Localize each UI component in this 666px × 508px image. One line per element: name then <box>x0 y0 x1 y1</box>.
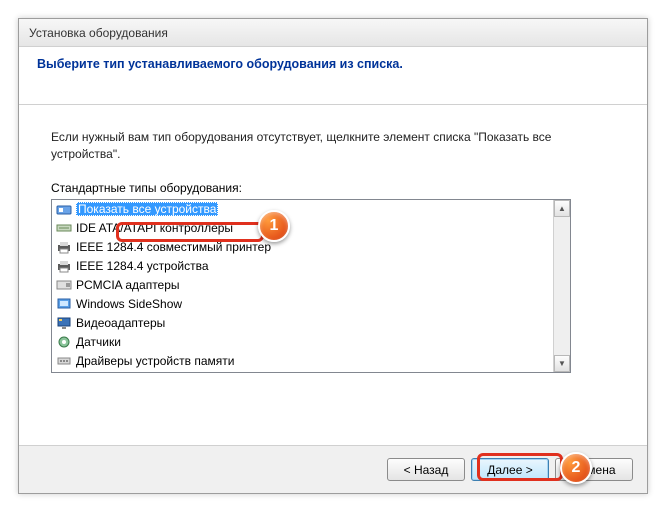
list-item-pcmcia[interactable]: PCMCIA адаптеры <box>52 276 553 295</box>
display-adapter-icon <box>56 315 72 331</box>
wizard-body: Если нужный вам тип оборудования отсутст… <box>19 105 647 373</box>
callout-1: 1 <box>258 210 290 242</box>
list-item-memory-drivers[interactable]: Драйверы устройств памяти <box>52 352 553 371</box>
list-item-label: Видеоадаптеры <box>76 316 165 330</box>
wizard-window: Установка оборудования Выберите тип уста… <box>18 18 648 494</box>
scroll-down-button[interactable]: ▼ <box>554 355 570 372</box>
list-item-ieee-printer[interactable]: IEEE 1284.4 совместимый принтер <box>52 238 553 257</box>
wizard-button-row: < Назад Далее > Отмена <box>19 445 647 493</box>
sideshow-icon <box>56 296 72 312</box>
back-button[interactable]: < Назад <box>387 458 465 481</box>
list-items: Показать все устройства IDE ATA/ATAPI ко… <box>52 200 553 372</box>
printer-icon <box>56 258 72 274</box>
pcmcia-icon <box>56 277 72 293</box>
list-item-label: IDE ATA/ATAPI контроллеры <box>76 221 233 235</box>
list-item-label: PCMCIA адаптеры <box>76 278 180 292</box>
memory-icon <box>56 353 72 369</box>
window-title: Установка оборудования <box>29 26 168 40</box>
list-item-label: Датчики <box>76 335 121 349</box>
list-item-ieee-devices[interactable]: IEEE 1284.4 устройства <box>52 257 553 276</box>
list-item-show-all[interactable]: Показать все устройства <box>52 200 553 219</box>
devices-all-icon <box>56 201 72 217</box>
list-item-label: Драйверы устройств памяти <box>76 354 234 368</box>
sensor-icon <box>56 334 72 350</box>
list-label: Стандартные типы оборудования: <box>51 181 615 195</box>
list-item-label: IEEE 1284.4 совместимый принтер <box>76 240 271 254</box>
next-button[interactable]: Далее > <box>471 458 549 481</box>
list-item-label: Показать все устройства <box>76 202 218 216</box>
titlebar: Установка оборудования <box>19 19 647 47</box>
wizard-header: Выберите тип устанавливаемого оборудован… <box>19 47 647 105</box>
listbox-scrollbar[interactable]: ▲ ▼ <box>553 200 570 372</box>
printer-icon <box>56 239 72 255</box>
list-item-ide[interactable]: IDE ATA/ATAPI контроллеры <box>52 219 553 238</box>
callout-2: 2 <box>560 452 592 484</box>
page-title: Выберите тип устанавливаемого оборудован… <box>37 57 629 71</box>
scroll-up-button[interactable]: ▲ <box>554 200 570 217</box>
list-item-label: IEEE 1284.4 устройства <box>76 259 209 273</box>
hardware-type-listbox[interactable]: Показать все устройства IDE ATA/ATAPI ко… <box>51 199 571 373</box>
list-item-sensors[interactable]: Датчики <box>52 333 553 352</box>
ide-controller-icon <box>56 220 72 236</box>
help-text: Если нужный вам тип оборудования отсутст… <box>51 129 615 163</box>
list-item-label: Windows SideShow <box>76 297 182 311</box>
list-item-display-adapter[interactable]: Видеоадаптеры <box>52 314 553 333</box>
scroll-track[interactable] <box>554 217 570 355</box>
list-item-sideshow[interactable]: Windows SideShow <box>52 295 553 314</box>
